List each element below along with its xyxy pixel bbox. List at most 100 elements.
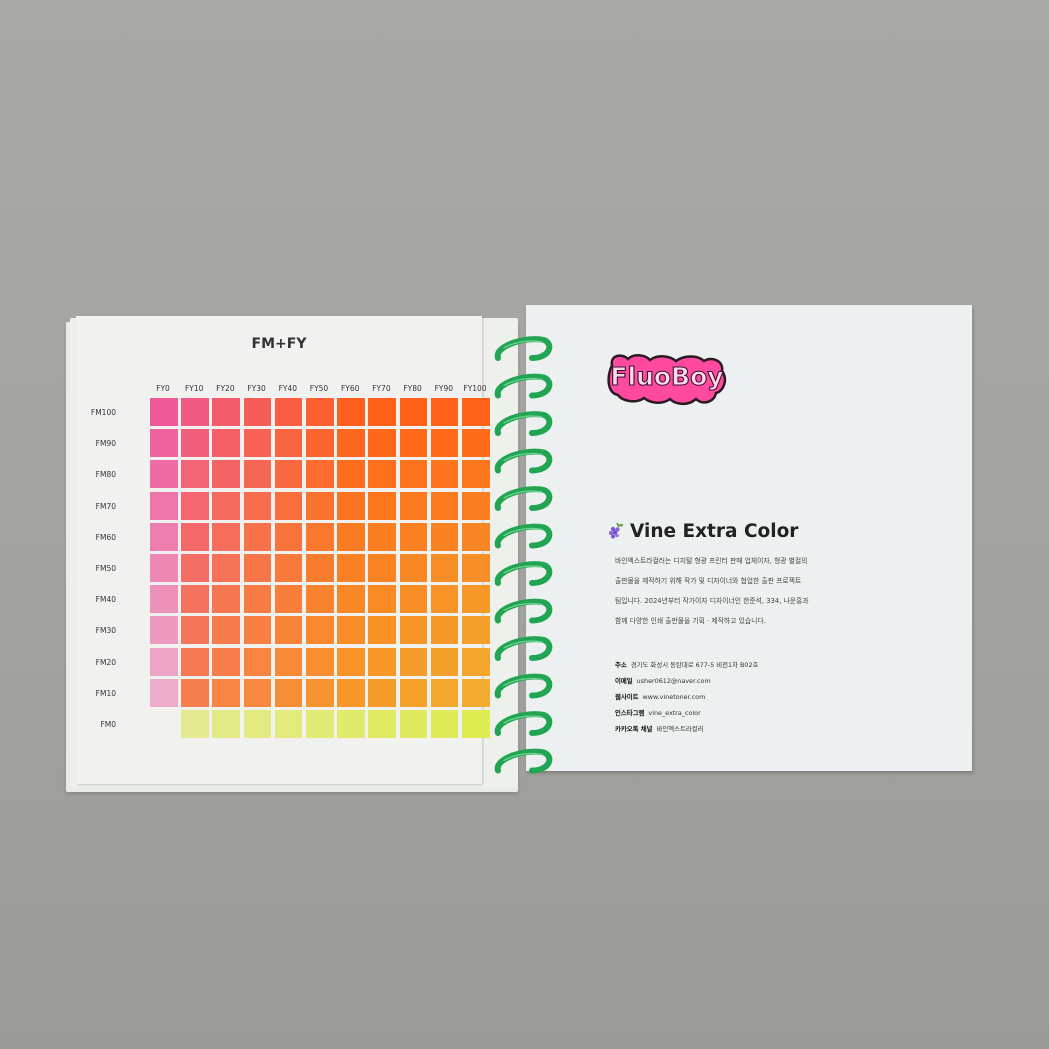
color-swatch (150, 554, 178, 582)
column-label: FY100 (463, 384, 487, 393)
info-value: usher0612@naver.com (636, 677, 711, 685)
color-swatch (212, 678, 240, 707)
color-swatch (274, 710, 303, 738)
row-label: FM0 (100, 720, 116, 729)
info-value: 바인엑스트라컬러 (656, 725, 704, 733)
color-swatch (399, 460, 428, 489)
row-label: FM30 (95, 626, 116, 636)
color-swatch (212, 398, 240, 426)
color-swatch (399, 678, 428, 707)
color-swatch (399, 585, 428, 614)
color-swatch (337, 460, 365, 489)
color-swatch (181, 522, 209, 551)
color-swatch (368, 460, 396, 489)
color-swatch (337, 585, 365, 614)
color-swatch (368, 678, 396, 707)
description-line: 함께 다양한 인쇄 출판물을 기획 · 제작하고 있습니다. (615, 617, 766, 625)
color-swatch (181, 491, 209, 520)
color-swatch (150, 398, 178, 426)
color-swatch (274, 554, 303, 582)
column-label: FY80 (403, 384, 422, 393)
row-label: FM70 (95, 501, 116, 511)
row-label: FM40 (95, 595, 116, 605)
color-swatch (430, 585, 459, 614)
info-label: 인스타그램 (615, 709, 645, 717)
row-label: FM20 (95, 657, 116, 667)
color-swatch (430, 678, 459, 707)
color-swatch (150, 491, 178, 520)
info-website: 웹사이트 www.vinetoner.com (615, 689, 935, 705)
color-swatch (337, 647, 365, 676)
row-label: FM10 (95, 688, 116, 698)
color-swatch (274, 429, 303, 458)
color-swatch (212, 616, 240, 645)
color-swatch (212, 710, 240, 738)
logo-text: FluoBoy (610, 362, 723, 391)
color-swatch (150, 522, 178, 551)
color-swatch (212, 429, 240, 458)
color-swatch (306, 522, 334, 551)
color-swatch (243, 429, 272, 458)
color-swatch (243, 491, 272, 520)
color-swatch (462, 522, 490, 551)
color-swatch (462, 554, 490, 582)
color-swatch (430, 710, 459, 738)
column-label: FY40 (278, 384, 298, 393)
color-swatch (306, 398, 334, 426)
color-swatch (150, 647, 178, 676)
color-swatch (368, 522, 396, 551)
info-address: 주소 경기도 화성시 동탄대로 677-5 비전1차 B02호 (615, 657, 935, 673)
color-swatch (368, 710, 396, 738)
column-label: FY0 (156, 384, 170, 393)
color-swatch (462, 710, 490, 738)
color-swatch (306, 554, 334, 582)
column-label: FY50 (309, 384, 329, 393)
color-swatch (181, 616, 209, 645)
color-swatch (181, 710, 209, 738)
color-swatch (243, 554, 272, 582)
color-swatch (181, 647, 209, 676)
info-instagram: 인스타그램 vine_extra_color (615, 705, 935, 721)
color-swatch (306, 710, 334, 738)
color-swatch (368, 398, 396, 426)
photo-scene: FM+FY FY0 FY10 FY20 FY30 FY40 FY50 FY60 FY70 FY8… (0, 0, 1049, 1049)
color-swatch (212, 460, 240, 489)
info-label: 이메일 (615, 677, 633, 685)
color-swatch (243, 678, 272, 707)
color-swatch (399, 616, 428, 645)
color-swatch (306, 616, 334, 645)
color-swatch (462, 398, 490, 426)
column-label: FY60 (340, 384, 360, 393)
color-swatch (306, 678, 334, 707)
brand-title: Vine Extra Color (630, 520, 799, 542)
color-swatch (243, 616, 272, 645)
color-swatch (274, 585, 303, 614)
info-label: 주소 (615, 661, 627, 669)
color-swatch (462, 678, 490, 707)
color-swatch (430, 429, 459, 458)
description-line: 팀입니다. 2024년부터 작가이자 디자이너인 한준석, 334, 나운흥과 (615, 597, 809, 605)
color-swatch (337, 398, 365, 426)
color-swatch (430, 460, 459, 489)
color-swatch (462, 585, 490, 614)
color-swatch (181, 398, 209, 426)
color-swatch (430, 398, 459, 426)
column-label: FY70 (372, 384, 391, 393)
color-swatch (243, 398, 272, 426)
color-swatch (337, 491, 365, 520)
color-swatch (337, 678, 365, 707)
color-swatch (399, 710, 428, 738)
color-swatch (462, 429, 490, 458)
color-swatch (368, 554, 396, 582)
color-swatch (181, 460, 209, 489)
color-swatch (368, 616, 396, 645)
color-swatch (274, 678, 303, 707)
column-label: FY20 (216, 384, 235, 393)
color-chart-page: FM+FY FY0 FY10 FY20 FY30 FY40 FY50 FY60 FY70 FY8… (76, 316, 490, 784)
info-value: vine_extra_color (648, 709, 701, 717)
color-swatch (181, 678, 209, 707)
contact-info: 주소 경기도 화성시 동탄대로 677-5 비전1차 B02호 이메일 usher0… (615, 657, 935, 737)
color-swatch (306, 460, 334, 489)
color-swatch (430, 554, 459, 582)
color-swatch (274, 491, 303, 520)
